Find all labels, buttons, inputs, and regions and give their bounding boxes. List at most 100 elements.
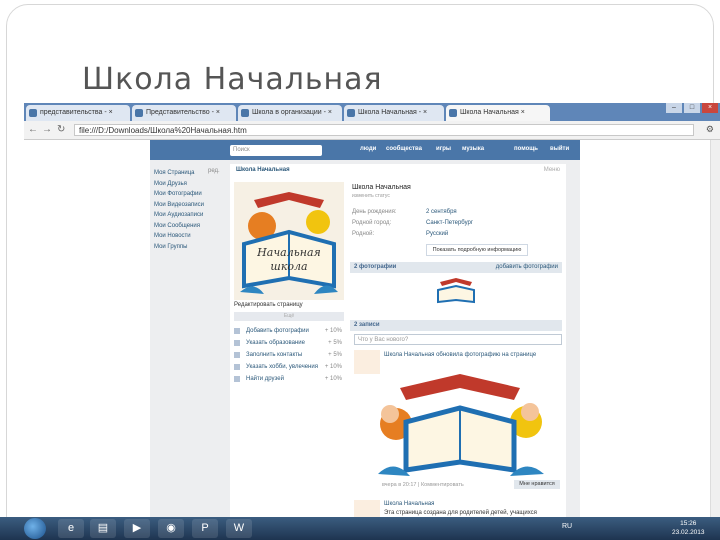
- avatar-text-line2: школа: [270, 260, 307, 273]
- post-footer[interactable]: вчера в 20:17 | Комментировать: [382, 482, 464, 488]
- explorer-icon[interactable]: ▤: [90, 519, 116, 538]
- profile-status[interactable]: изменить статус: [352, 193, 390, 199]
- left-menu-item[interactable]: Мои Друзья: [154, 179, 224, 190]
- avatar-text-line1: Начальная: [256, 246, 321, 259]
- clock-time: 15:26: [680, 520, 697, 527]
- page-favicon-icon: [241, 109, 249, 117]
- start-button-icon[interactable]: [24, 518, 46, 539]
- wrench-icon[interactable]: ⚙: [706, 124, 714, 135]
- scrollbar[interactable]: [710, 140, 720, 517]
- left-menu: Моя Страница Мои Друзья Мои Фотографии М…: [154, 168, 224, 252]
- photos-count[interactable]: 2 фотографии: [354, 262, 396, 273]
- top-menu-games[interactable]: игры: [436, 146, 451, 152]
- search-input[interactable]: Поиск: [230, 145, 322, 156]
- back-arrow-icon[interactable]: ←: [28, 124, 38, 135]
- post-text: Эта страница создана для родителей детей…: [384, 510, 537, 516]
- plus-icon: [234, 376, 240, 382]
- profile-avatar[interactable]: Начальная школа: [234, 182, 344, 300]
- top-menu-music[interactable]: музыка: [462, 146, 484, 152]
- left-menu-edit-link[interactable]: ред.: [208, 168, 220, 174]
- stat-label: Добавить фотографии: [246, 328, 309, 334]
- info-value[interactable]: Санкт-Петербург: [426, 220, 473, 226]
- top-menu-help[interactable]: помощь: [514, 146, 538, 152]
- school-book-illustration: [378, 374, 544, 476]
- left-menu-item[interactable]: Мои Видеозаписи: [154, 200, 224, 211]
- stat-value: + 10%: [324, 364, 342, 370]
- tab-3[interactable]: Школа в организации - ×: [238, 105, 342, 121]
- school-book-illustration: Начальная школа: [240, 192, 338, 294]
- stat-value: + 10%: [324, 376, 342, 382]
- tab-label: Представительство - ×: [146, 109, 220, 116]
- edit-page-link[interactable]: Редактировать страницу: [234, 302, 303, 308]
- top-menu-people[interactable]: люди: [360, 146, 376, 152]
- page-menu-link[interactable]: Меню: [544, 167, 560, 173]
- like-button[interactable]: Мне нравится: [514, 480, 560, 489]
- info-value[interactable]: Русский: [426, 231, 448, 237]
- taskbar: e ▤ ▶ ◉ P W RU 15:26 23.02.2013: [0, 517, 720, 540]
- info-label: Родной:: [352, 231, 375, 237]
- maximize-icon[interactable]: □: [684, 103, 700, 113]
- plus-icon: [234, 328, 240, 334]
- ie-icon[interactable]: e: [58, 519, 84, 538]
- left-menu-item[interactable]: Мои Группы: [154, 242, 224, 253]
- wall-count[interactable]: 2 записи: [354, 320, 380, 331]
- top-menu-communities[interactable]: сообщества: [386, 146, 422, 152]
- minimize-icon[interactable]: –: [666, 103, 682, 113]
- left-menu-item[interactable]: Мои Новости: [154, 231, 224, 242]
- stat-label: Найти друзей: [246, 376, 284, 382]
- stat-label: Заполнить контакты: [246, 352, 303, 358]
- left-menu-item[interactable]: Мои Аудиозаписи: [154, 210, 224, 221]
- url-field[interactable]: file:///D:/Downloads/Школа%20Начальная.h…: [74, 124, 694, 136]
- post-header: Школа Начальная: [384, 501, 435, 507]
- forward-arrow-icon[interactable]: →: [42, 124, 52, 135]
- word-icon[interactable]: W: [226, 519, 252, 538]
- tab-2[interactable]: Представительство - ×: [132, 105, 236, 121]
- list-item[interactable]: Указать образование + 5%: [234, 338, 344, 350]
- left-menu-item[interactable]: Мои Сообщения: [154, 221, 224, 232]
- powerpoint-icon[interactable]: P: [192, 519, 218, 538]
- page-favicon-icon: [135, 109, 143, 117]
- tab-1[interactable]: представительства - ×: [26, 105, 130, 121]
- tab-4[interactable]: Школа Начальная - ×: [344, 105, 444, 121]
- reload-icon[interactable]: ↻: [57, 124, 65, 135]
- photo-thumbnail-image: [437, 278, 475, 304]
- post-image[interactable]: [370, 366, 550, 478]
- post-header: Школа Начальная обновила фотографию на с…: [384, 352, 537, 358]
- photo-thumbnail[interactable]: [434, 276, 478, 306]
- tab-label: Школа Начальная ×: [460, 109, 525, 116]
- wall-post-input[interactable]: Что у Вас нового?: [354, 334, 562, 345]
- page-favicon-icon: [347, 109, 355, 117]
- stat-value: + 5%: [328, 340, 342, 346]
- vk-body: Моя Страница Мои Друзья Мои Фотографии М…: [150, 160, 580, 517]
- slide-title: Школа Начальная: [82, 62, 383, 97]
- chrome-icon[interactable]: ◉: [158, 519, 184, 538]
- info-value[interactable]: 2 сентября: [426, 209, 457, 215]
- left-menu-item[interactable]: Мои Фотографии: [154, 189, 224, 200]
- list-item[interactable]: Добавить фотографии + 10%: [234, 326, 344, 338]
- add-photos-link[interactable]: добавить фотографии: [496, 262, 558, 273]
- tab-label: Школа в организации - ×: [252, 109, 332, 116]
- system-clock[interactable]: 15:26 23.02.2013: [672, 519, 705, 537]
- list-item[interactable]: Найти друзей + 10%: [234, 374, 344, 386]
- top-menu-logout[interactable]: выйти: [550, 146, 569, 152]
- post-avatar[interactable]: [354, 500, 380, 517]
- window-controls: – □ ×: [666, 103, 718, 115]
- profile-completion-list: Добавить фотографии + 10% Указать образов…: [234, 326, 344, 386]
- profile-page: Школа Начальная Меню Начальная школа Ред…: [230, 164, 566, 517]
- list-item[interactable]: Заполнить контакты + 5%: [234, 350, 344, 362]
- stats-header[interactable]: Ещё: [234, 312, 344, 321]
- close-icon[interactable]: ×: [702, 103, 718, 113]
- vk-header: Поиск люди сообщества игры музыка помощь…: [150, 140, 580, 160]
- stat-label: Указать образование: [246, 340, 305, 346]
- page-favicon-icon: [29, 109, 37, 117]
- tab-5-active[interactable]: Школа Начальная ×: [446, 105, 550, 121]
- list-item[interactable]: Указать хобби, увлечения + 10%: [234, 362, 344, 374]
- clock-date: 23.02.2013: [672, 529, 705, 536]
- profile-name: Школа Начальная: [352, 184, 411, 191]
- language-indicator[interactable]: RU: [562, 523, 572, 530]
- show-more-info-button[interactable]: Показать подробную информацию: [426, 244, 528, 256]
- tab-bar: представительства - × Представительство …: [24, 103, 720, 121]
- media-player-icon[interactable]: ▶: [124, 519, 150, 538]
- browser-window: представительства - × Представительство …: [24, 103, 720, 517]
- plus-icon: [234, 352, 240, 358]
